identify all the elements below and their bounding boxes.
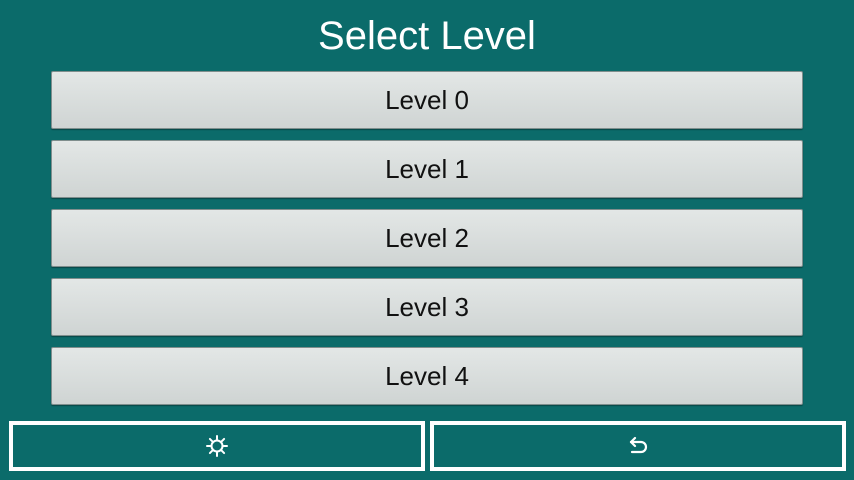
back-button[interactable]: [430, 421, 846, 471]
level-4-button[interactable]: Level 4: [51, 347, 803, 405]
level-1-button[interactable]: Level 1: [51, 140, 803, 198]
settings-button[interactable]: [9, 421, 425, 471]
level-2-button[interactable]: Level 2: [51, 209, 803, 267]
level-list: Level 0 Level 1 Level 2 Level 3 Level 4: [51, 71, 803, 416]
gear-icon: [206, 435, 228, 457]
level-0-button[interactable]: Level 0: [51, 71, 803, 129]
level-3-button[interactable]: Level 3: [51, 278, 803, 336]
undo-arrow-icon: [629, 436, 648, 454]
footer-bar: [9, 421, 846, 471]
page-title: Select Level: [318, 14, 536, 58]
